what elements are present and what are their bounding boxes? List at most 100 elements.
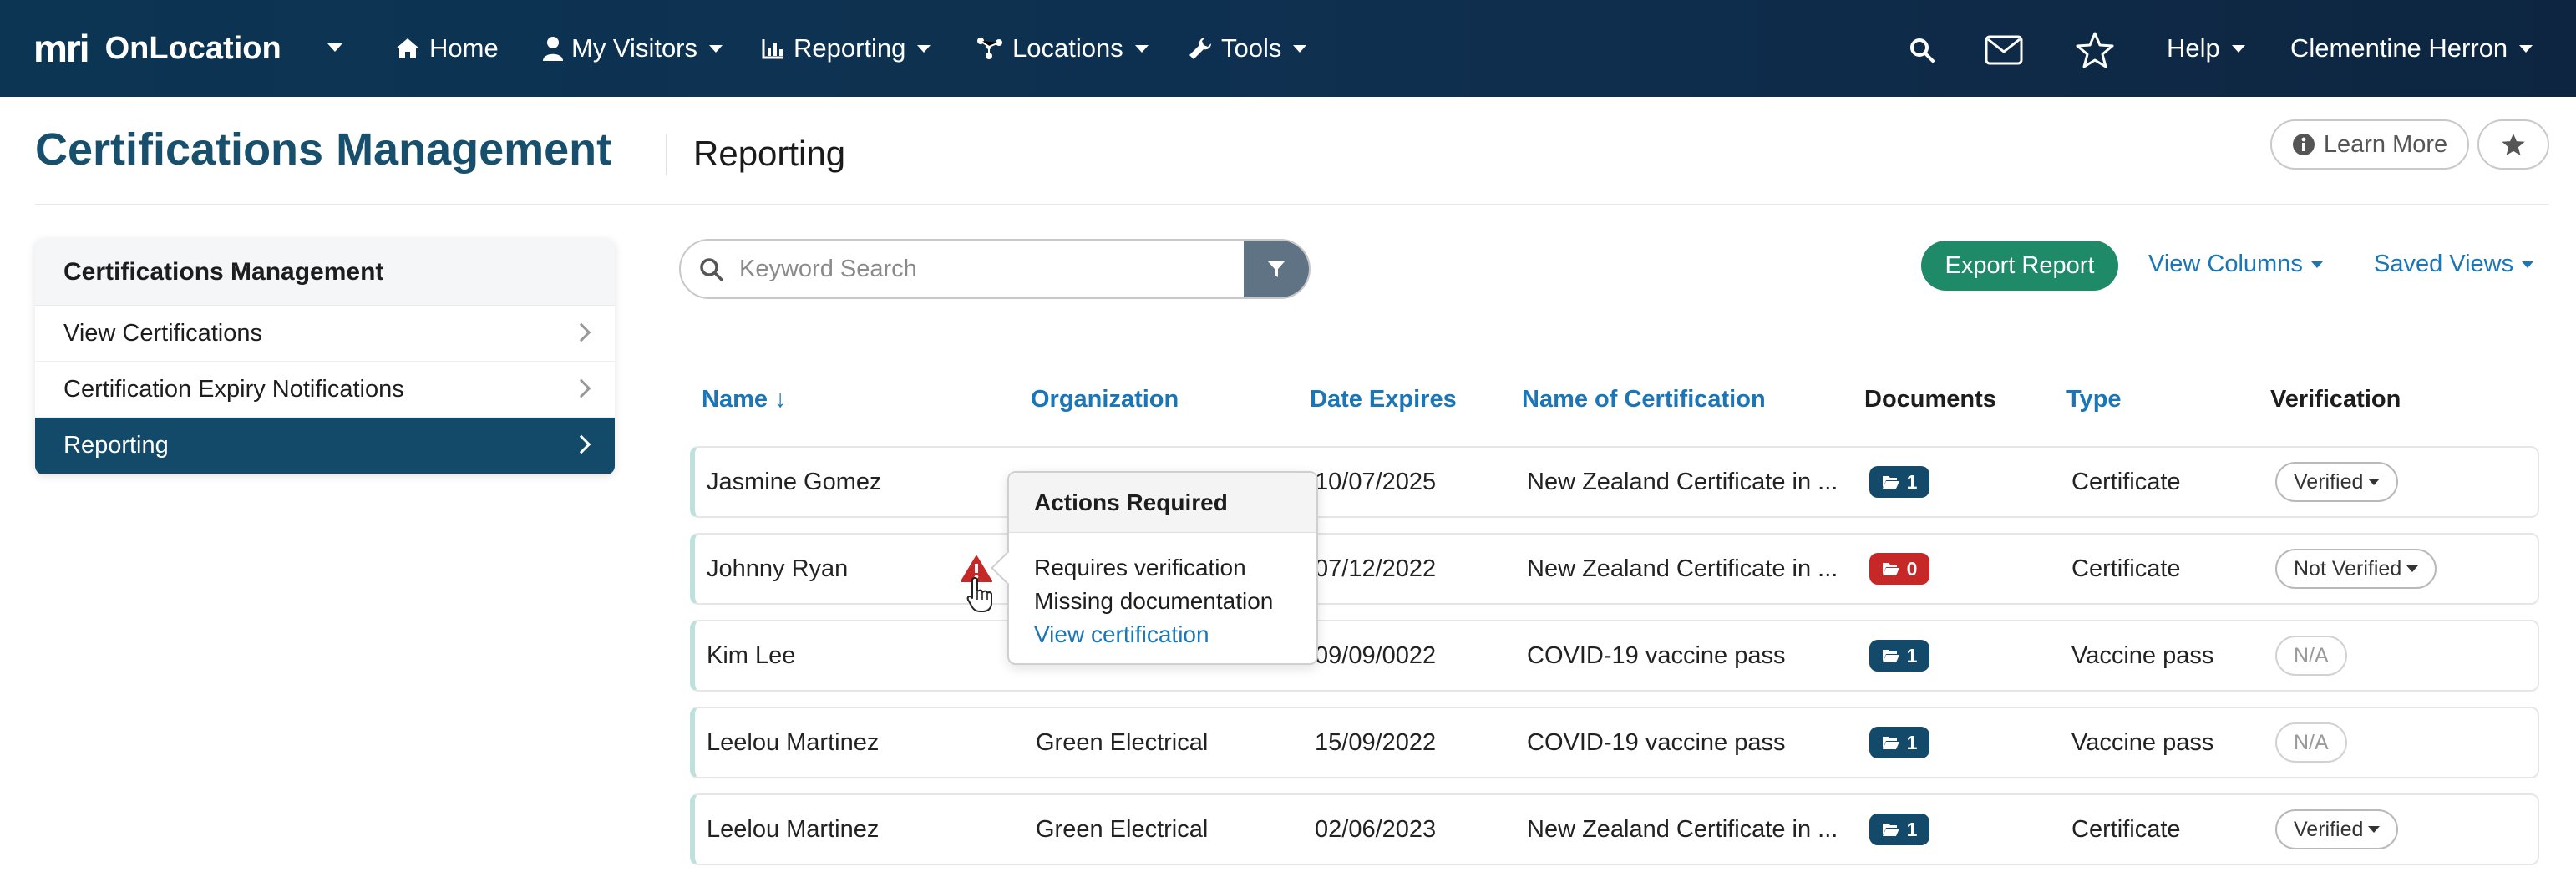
home-icon <box>396 38 419 58</box>
chevron-right-icon <box>571 322 591 342</box>
search-icon <box>1910 38 1935 63</box>
column-header-date-expires[interactable]: Date Expires <box>1310 386 1457 413</box>
nav-reporting[interactable]: Reporting <box>762 27 931 70</box>
cell-name: Johnny Ryan <box>707 555 849 582</box>
chevron-down-icon <box>709 44 723 53</box>
favorite-page-button[interactable] <box>2477 119 2549 170</box>
cell-type: Vaccine pass <box>2071 728 2214 756</box>
wrench-icon <box>1189 37 1212 59</box>
cell-name: Kim Lee <box>707 641 796 669</box>
documents-badge[interactable]: 1 <box>1869 727 1929 758</box>
page-subtitle: Reporting <box>693 134 846 173</box>
view-certification-link[interactable]: View certification <box>1009 618 1316 651</box>
chevron-right-icon <box>571 434 591 454</box>
header-divider <box>35 204 2549 205</box>
cell-organization: Green Electrical <box>1036 728 1209 756</box>
nav-my-visitors[interactable]: My Visitors <box>543 27 723 70</box>
title-divider <box>666 134 667 175</box>
learn-more-button[interactable]: Learn More <box>2270 119 2469 170</box>
cell-verification: Not Verified <box>2275 535 2437 603</box>
verification-dropdown[interactable]: Not Verified <box>2275 549 2437 589</box>
cell-date-expires: 07/12/2022 <box>1315 555 1437 582</box>
cell-name: Leelou Martinez <box>707 728 880 756</box>
favorites-button[interactable] <box>2075 30 2115 70</box>
export-report-button[interactable]: Export Report <box>1921 241 2118 291</box>
nav-locations[interactable]: Locations <box>976 27 1149 70</box>
chevron-down-icon <box>2368 826 2381 833</box>
app-switcher-caret-icon[interactable] <box>327 43 342 52</box>
actions-required-popover: Actions Required Requires verification M… <box>991 471 1318 665</box>
verification-status-na: N/A <box>2275 722 2347 763</box>
verification-status-na: N/A <box>2275 636 2347 676</box>
bar-chart-icon <box>762 39 783 59</box>
verification-status: Verified <box>2294 817 2364 841</box>
column-header-organization[interactable]: Organization <box>1031 386 1179 413</box>
documents-count: 0 <box>1906 557 1918 580</box>
documents-badge[interactable]: 1 <box>1869 466 1929 498</box>
network-icon <box>977 38 1002 59</box>
chevron-right-icon <box>571 378 591 398</box>
table-row[interactable]: Kim Lee 09/09/0022 COVID-19 vaccine pass… <box>690 620 2539 692</box>
messages-button[interactable] <box>1985 30 2023 70</box>
sidebar: Certifications Management View Certifica… <box>35 239 615 474</box>
column-header-certification[interactable]: Name of Certification <box>1522 386 1766 413</box>
sidebar-item-label: Reporting <box>63 432 169 459</box>
table-row[interactable]: Leelou Martinez Green Electrical 02/06/2… <box>690 793 2539 865</box>
cell-verification: Verified <box>2275 448 2399 516</box>
cell-type: Certificate <box>2071 468 2181 495</box>
view-columns-dropdown[interactable]: View Columns <box>2148 251 2323 278</box>
folder-open-icon <box>1882 737 1899 749</box>
nav-tools-label: Tools <box>1221 33 1282 63</box>
column-header-name[interactable]: Name ↓ <box>702 386 787 413</box>
filter-button[interactable] <box>1244 241 1309 297</box>
verification-dropdown[interactable]: Verified <box>2275 809 2399 849</box>
documents-badge[interactable]: 1 <box>1869 640 1929 672</box>
table-row[interactable]: Leelou Martinez Green Electrical 15/09/2… <box>690 707 2539 778</box>
search-button[interactable] <box>1909 30 1935 70</box>
documents-count: 1 <box>1906 470 1918 493</box>
sidebar-item-reporting[interactable]: Reporting <box>35 418 615 474</box>
star-icon <box>2502 133 2525 156</box>
table-row[interactable]: Jasmine Gomez 10/07/2025 New Zealand Cer… <box>690 446 2539 518</box>
cell-documents: 0 <box>1869 535 1929 603</box>
cell-certification: New Zealand Certificate in ... <box>1527 468 1838 495</box>
cell-name: Jasmine Gomez <box>707 468 882 495</box>
chevron-down-icon <box>2522 261 2534 268</box>
cell-date-expires: 10/07/2025 <box>1315 468 1437 495</box>
nav-help[interactable]: Help <box>2167 27 2245 70</box>
cell-date-expires: 02/06/2023 <box>1315 815 1437 843</box>
popover-missing-documentation: Missing documentation <box>1034 588 1274 614</box>
nav-home[interactable]: Home <box>394 27 499 70</box>
search-icon <box>700 258 723 281</box>
cell-certification: New Zealand Certificate in ... <box>1527 815 1838 843</box>
nav-tools[interactable]: Tools <box>1188 27 1307 70</box>
folder-open-icon <box>1882 650 1899 662</box>
sidebar-item-expiry-notifications[interactable]: Certification Expiry Notifications <box>35 362 615 418</box>
verification-dropdown[interactable]: Verified <box>2275 462 2399 502</box>
chevron-down-icon <box>2310 261 2323 268</box>
user-menu[interactable]: Clementine Herron <box>2290 27 2533 70</box>
brand-logo[interactable]: mri OnLocation <box>33 23 281 74</box>
verification-status: Verified <box>2294 469 2364 494</box>
cell-certification: COVID-19 vaccine pass <box>1527 728 1786 756</box>
saved-views-dropdown[interactable]: Saved Views <box>2374 251 2534 278</box>
sidebar-item-view-certifications[interactable]: View Certifications <box>35 306 615 362</box>
folder-open-icon <box>1882 824 1899 836</box>
documents-badge[interactable]: 0 <box>1869 553 1929 585</box>
cell-documents: 1 <box>1869 621 1929 690</box>
nav-my-visitors-label: My Visitors <box>571 33 698 63</box>
chevron-down-icon <box>2368 479 2381 485</box>
app-name: OnLocation <box>104 30 281 66</box>
learn-more-label: Learn More <box>2323 130 2448 158</box>
nav-reporting-label: Reporting <box>794 33 906 63</box>
documents-badge[interactable]: 1 <box>1869 814 1929 845</box>
cell-documents: 1 <box>1869 795 1929 864</box>
keyword-search-input[interactable] <box>739 241 1215 297</box>
cell-verification: N/A <box>2275 708 2347 777</box>
documents-count: 1 <box>1906 818 1918 840</box>
folder-open-icon <box>1882 563 1899 575</box>
cell-type: Certificate <box>2071 555 2181 582</box>
info-icon <box>2292 134 2315 155</box>
column-header-type[interactable]: Type <box>2066 386 2122 413</box>
star-outline-icon <box>2076 32 2114 68</box>
